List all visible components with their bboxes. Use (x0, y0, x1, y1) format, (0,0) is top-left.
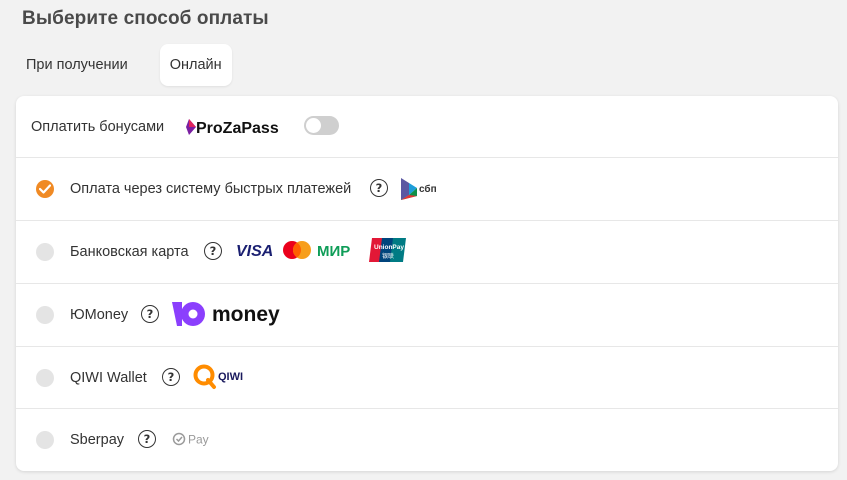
radio-qiwi[interactable] (36, 369, 54, 387)
radio-yumoney[interactable] (36, 306, 54, 324)
sbp-logo-text: сбп (419, 183, 437, 195)
sberpay-logo-text: Pay (188, 433, 209, 447)
help-icon[interactable]: ? (204, 242, 222, 260)
method-row-yumoney[interactable]: ЮMoney ? money (16, 284, 838, 347)
prozapass-logo-text: ProZaPass (196, 120, 279, 137)
method-label: Sberpay (70, 432, 125, 448)
method-row-card[interactable]: Банковская карта ? VISA МИР UnionPay 银联 (16, 221, 838, 284)
qiwi-logo-text: QIWI (218, 371, 243, 383)
help-icon[interactable]: ? (141, 305, 159, 323)
check-icon (39, 184, 51, 194)
bonus-label: Оплатить бонусами (31, 118, 165, 135)
yumoney-logo-text: money (212, 303, 280, 326)
sbp-logo: сбп (400, 176, 446, 207)
method-label: Банковская карта (70, 244, 189, 260)
payment-tabs: При получении Онлайн (16, 44, 232, 86)
tab-online[interactable]: Онлайн (159, 44, 232, 86)
mastercard-logo (282, 239, 312, 266)
tab-on-delivery[interactable]: При получении (16, 44, 138, 86)
radio-card[interactable] (36, 243, 54, 261)
bonus-toggle[interactable] (304, 116, 339, 135)
prozapass-logo: ProZaPass (186, 116, 290, 143)
sberpay-logo: Pay (172, 431, 216, 454)
method-label: QIWI Wallet (70, 370, 147, 386)
unionpay-logo: UnionPay 银联 (369, 237, 407, 268)
method-row-qiwi[interactable]: QIWI Wallet ? QIWI (16, 347, 838, 409)
unionpay-logo-text: UnionPay (374, 244, 404, 251)
method-label: ЮMoney (70, 307, 129, 323)
mir-logo-text: МИР (317, 243, 350, 260)
method-row-sbp[interactable]: Оплата через систему быстрых платежей ? … (16, 158, 838, 221)
bonus-row: Оплатить бонусами ProZaPass (16, 96, 838, 158)
method-label: Оплата через систему быстрых платежей (70, 181, 352, 197)
method-row-sberpay[interactable]: Sberpay ? Pay (16, 409, 838, 471)
help-icon[interactable]: ? (138, 430, 156, 448)
toggle-knob (306, 118, 321, 133)
radio-sberpay[interactable] (36, 431, 54, 449)
radio-sbp[interactable] (36, 180, 54, 198)
help-icon[interactable]: ? (370, 179, 388, 197)
unionpay-logo-cn: 银联 (382, 252, 394, 260)
qiwi-logo: QIWI (193, 364, 253, 395)
page-title: Выберите способ оплаты (22, 8, 269, 29)
yumoney-logo: money (172, 299, 292, 334)
mir-logo: МИР (317, 241, 365, 266)
visa-logo: VISA (236, 241, 278, 266)
visa-logo-text: VISA (236, 243, 273, 260)
payment-methods-card: Оплатить бонусами ProZaPass Оплата через… (16, 96, 838, 471)
help-icon[interactable]: ? (162, 368, 180, 386)
